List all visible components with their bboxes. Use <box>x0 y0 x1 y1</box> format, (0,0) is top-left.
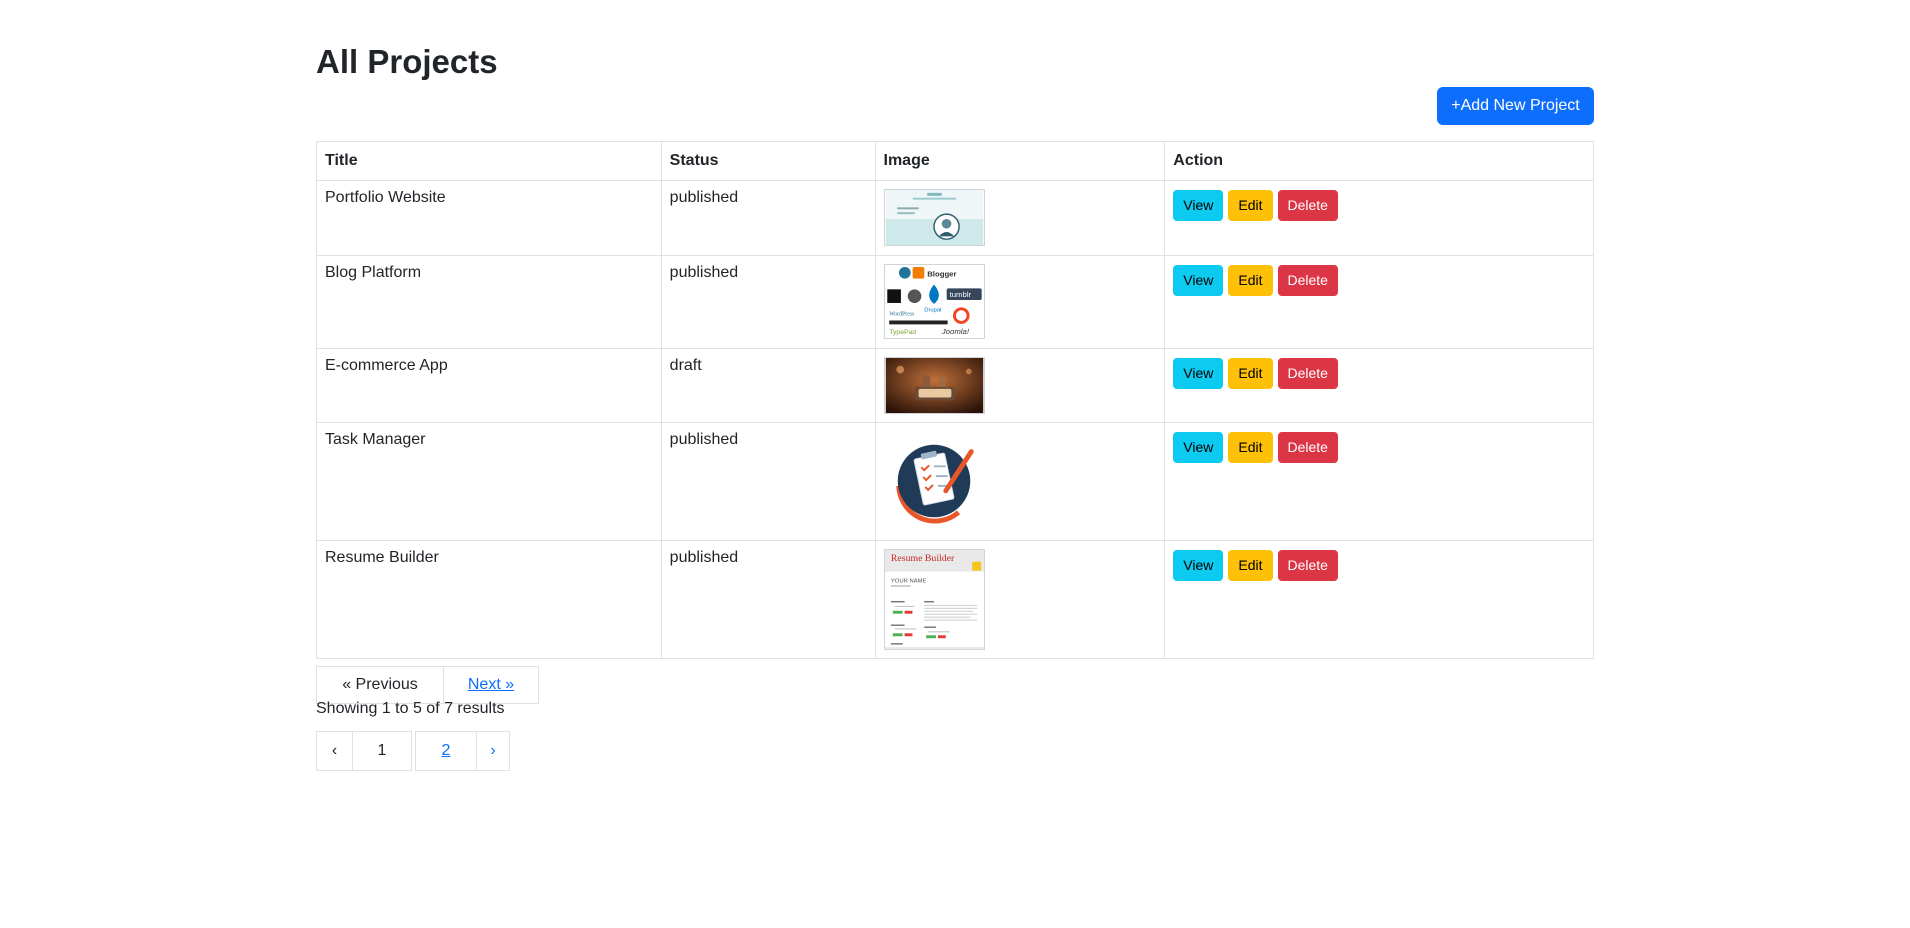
header-title: Title <box>316 141 662 181</box>
header-action: Action <box>1164 141 1594 181</box>
numbered-pagination: ‹ 1 2 › <box>316 731 510 771</box>
row-title: Blog Platform <box>316 255 662 349</box>
resume-builder-thumbnail: Resume Builder YOUR NAME <box>883 549 985 650</box>
edit-button[interactable]: Edit <box>1228 265 1273 296</box>
tumblr-logo-text: tumblr <box>949 290 971 299</box>
results-summary: Showing 1 to 5 of 7 results <box>316 700 505 717</box>
row-title: Portfolio Website <box>316 180 662 256</box>
view-button[interactable]: View <box>1173 358 1224 389</box>
table-row: Resume Builder published Resume Builder … <box>316 540 1594 659</box>
next-page-link[interactable]: Next » <box>443 666 539 704</box>
delete-button[interactable]: Delete <box>1277 190 1338 221</box>
table-row: Task Manager published View Edit Delete <box>316 422 1594 541</box>
blogger-logo-text: Blogger <box>927 270 956 279</box>
row-actions: View Edit Delete <box>1164 180 1594 256</box>
row-actions: View Edit Delete <box>1164 255 1594 349</box>
row-status: published <box>660 540 876 659</box>
row-status: published <box>660 180 876 256</box>
wordpress-logo-text: WordPress <box>889 312 915 318</box>
view-button[interactable]: View <box>1173 550 1224 581</box>
previous-page-disabled: « Previous <box>316 666 444 704</box>
projects-table: Title Status Image Action Portfolio Webs… <box>316 141 1594 659</box>
row-image: Resume Builder YOUR NAME <box>874 540 1166 659</box>
page-1-current: 1 <box>352 731 412 771</box>
row-actions: View Edit Delete <box>1164 422 1594 541</box>
delete-button[interactable]: Delete <box>1277 358 1338 389</box>
resume-builder-thumb-title: Resume Builder <box>890 553 954 564</box>
blog-platform-logos-thumbnail: Blogger tumblr Drupal WordPress TypePad … <box>883 264 985 339</box>
task-manager-clipboard-thumbnail <box>884 432 984 531</box>
typepad-logo-text: TypePad <box>889 329 916 336</box>
delete-button[interactable]: Delete <box>1277 265 1338 296</box>
edit-button[interactable]: Edit <box>1228 432 1273 463</box>
resume-your-name-text: YOUR NAME <box>890 578 926 584</box>
add-new-project-button[interactable]: +Add New Project <box>1437 87 1594 125</box>
row-title: Resume Builder <box>316 540 662 659</box>
table-row: Blog Platform published Blogger tumblr D… <box>316 255 1594 349</box>
delete-button[interactable]: Delete <box>1277 550 1338 581</box>
row-status: published <box>660 255 876 349</box>
table-row: Portfolio Website published View Edit De… <box>316 180 1594 256</box>
portfolio-website-thumbnail <box>883 189 985 246</box>
ecommerce-phone-thumbnail <box>883 357 985 414</box>
row-image: Blogger tumblr Drupal WordPress TypePad … <box>874 255 1166 349</box>
table-header-row: Title Status Image Action <box>316 141 1594 181</box>
row-title: E-commerce App <box>316 348 662 423</box>
row-status: published <box>660 422 876 541</box>
row-image <box>874 422 1166 541</box>
table-row: E-commerce App draft View Edit Delete <box>316 348 1594 423</box>
header-image: Image <box>874 141 1166 181</box>
row-image <box>874 348 1166 423</box>
view-button[interactable]: View <box>1173 190 1224 221</box>
edit-button[interactable]: Edit <box>1228 190 1273 221</box>
drupal-logo-text: Drupal <box>924 308 941 314</box>
page-title: All Projects <box>316 43 498 80</box>
page-2-link[interactable]: 2 <box>415 731 477 771</box>
simple-pagination: « Previous Next » <box>316 666 539 704</box>
chevron-right-icon[interactable]: › <box>476 731 510 771</box>
row-image <box>874 180 1166 256</box>
view-button[interactable]: View <box>1173 432 1224 463</box>
chevron-left-icon: ‹ <box>316 731 353 771</box>
view-button[interactable]: View <box>1173 265 1224 296</box>
row-title: Task Manager <box>316 422 662 541</box>
edit-button[interactable]: Edit <box>1228 358 1273 389</box>
row-actions: View Edit Delete <box>1164 348 1594 423</box>
edit-button[interactable]: Edit <box>1228 550 1273 581</box>
header-status: Status <box>660 141 876 181</box>
joomla-logo-text: Joomla! <box>940 327 969 336</box>
delete-button[interactable]: Delete <box>1277 432 1338 463</box>
row-actions: View Edit Delete <box>1164 540 1594 659</box>
row-status: draft <box>660 348 876 423</box>
